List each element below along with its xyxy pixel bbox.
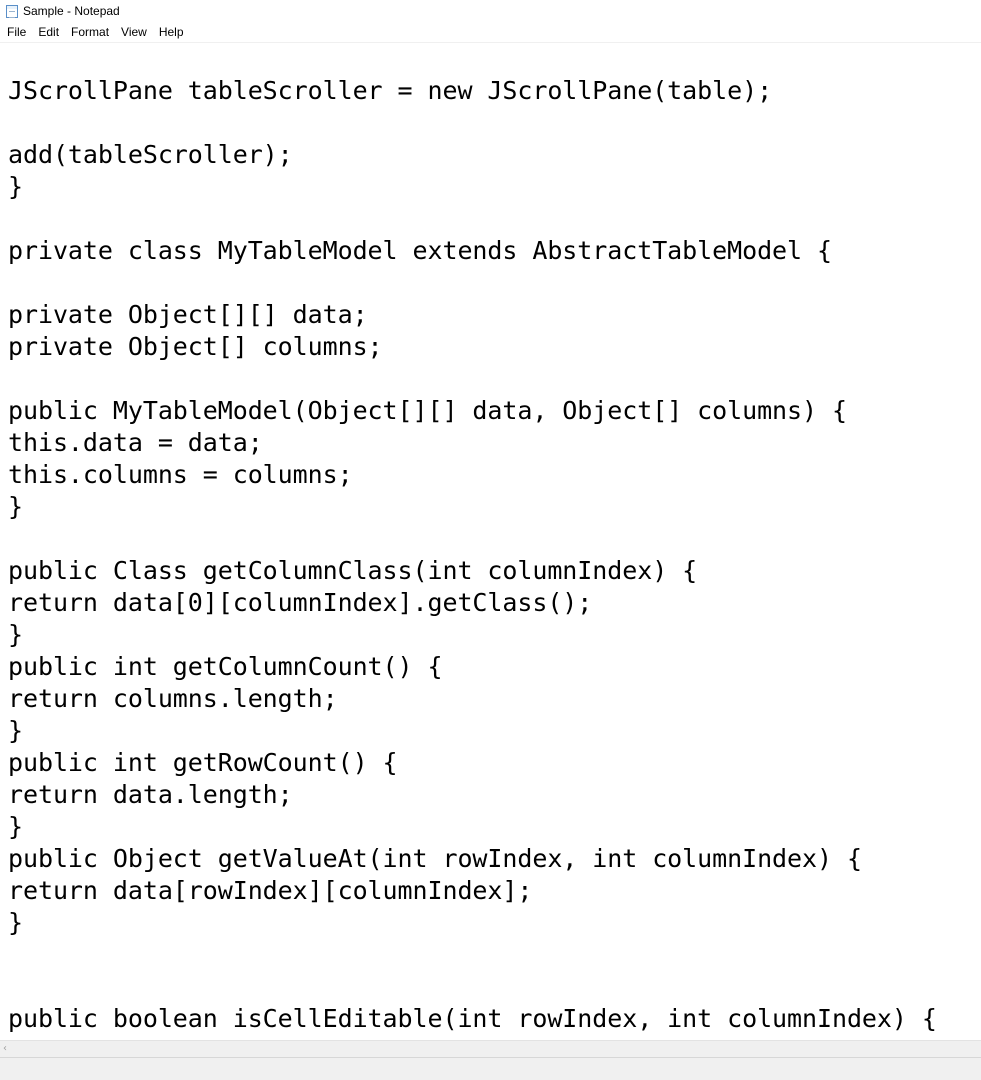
code-line: public int getRowCount() {: [8, 748, 398, 777]
notepad-window: Sample - Notepad File Edit Format View H…: [0, 0, 981, 1080]
code-line: public Class getColumnClass(int columnIn…: [8, 556, 698, 585]
code-line: return columns.length;: [8, 684, 338, 713]
code-line: public MyTableModel(Object[][] data, Obj…: [8, 396, 847, 425]
code-line: public Object getValueAt(int rowIndex, i…: [8, 844, 862, 873]
code-line: }: [8, 620, 23, 649]
menu-file[interactable]: File: [0, 25, 32, 39]
horizontal-scrollbar[interactable]: ‹: [0, 1040, 981, 1057]
code-line: JScrollPane tableScroller = new JScrollP…: [8, 76, 773, 105]
code-line: private Object[][] data;: [8, 300, 368, 329]
menu-view[interactable]: View: [115, 25, 153, 39]
menu-edit[interactable]: Edit: [32, 25, 65, 39]
menu-format[interactable]: Format: [65, 25, 115, 39]
menu-help[interactable]: Help: [153, 25, 190, 39]
window-title: Sample - Notepad: [23, 4, 120, 18]
code-line: }: [8, 716, 23, 745]
code-line: private Object[] columns;: [8, 332, 383, 361]
menu-bar: File Edit Format View Help: [0, 22, 981, 43]
notepad-icon: [6, 4, 18, 18]
chevron-left-icon[interactable]: ‹: [3, 1042, 7, 1056]
code-line: }: [8, 492, 23, 521]
editor-lines: JScrollPane tableScroller = new JScrollP…: [8, 75, 937, 1035]
code-line: private class MyTableModel extends Abstr…: [8, 236, 832, 265]
code-line: }: [8, 908, 23, 937]
code-line: return data.length;: [8, 780, 293, 809]
title-bar[interactable]: Sample - Notepad: [0, 0, 981, 22]
code-line: this.columns = columns;: [8, 460, 353, 489]
code-line: public boolean isCellEditable(int rowInd…: [8, 1004, 937, 1033]
code-line: return data[0][columnIndex].getClass();: [8, 588, 593, 617]
status-bar: [0, 1057, 981, 1080]
code-line: this.data = data;: [8, 428, 263, 457]
code-line: return data[rowIndex][columnIndex];: [8, 876, 533, 905]
code-line: add(tableScroller);: [8, 140, 293, 169]
code-line: }: [8, 812, 23, 841]
text-editor-area[interactable]: JScrollPane tableScroller = new JScrollP…: [0, 43, 981, 1040]
code-line: }: [8, 172, 23, 201]
code-line: public int getColumnCount() {: [8, 652, 443, 681]
